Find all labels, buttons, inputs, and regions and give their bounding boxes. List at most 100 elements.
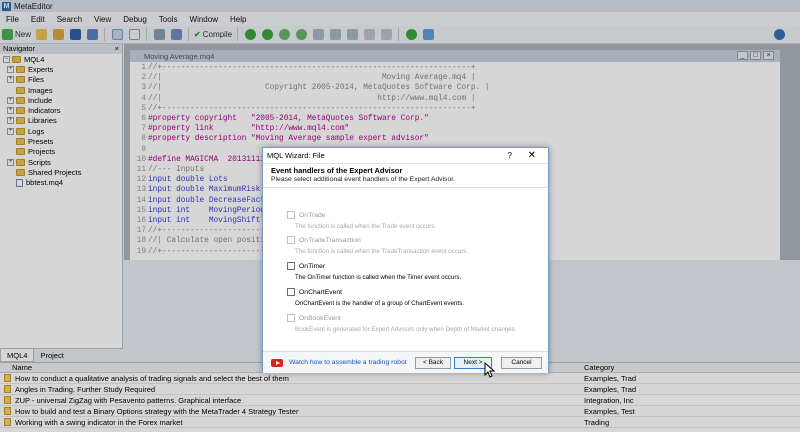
tree-item[interactable]: + Experts bbox=[0, 64, 122, 74]
remove-breakpoints-button[interactable] bbox=[379, 28, 393, 42]
line-number: 19 bbox=[136, 247, 146, 256]
code-line: input int MovingPeriod bbox=[148, 206, 265, 215]
insert-icon bbox=[153, 29, 165, 40]
expand-icon[interactable]: + bbox=[7, 65, 14, 73]
tree-item-label: Images bbox=[28, 85, 53, 95]
insert-button[interactable] bbox=[152, 28, 166, 42]
open-data-button[interactable] bbox=[51, 28, 65, 42]
checkbox[interactable] bbox=[287, 288, 295, 296]
tree-item[interactable]: Projects bbox=[0, 147, 122, 157]
tab-project[interactable]: Project bbox=[34, 349, 69, 362]
tree-item-label: Logs bbox=[28, 126, 45, 136]
tree-item[interactable]: Shared Projects bbox=[0, 167, 122, 177]
globe-icon bbox=[773, 29, 785, 40]
option-ontimer[interactable]: OnTimer bbox=[287, 262, 325, 270]
menu-debug[interactable]: Debug bbox=[117, 15, 153, 24]
option-onchartevent[interactable]: OnChartEvent bbox=[287, 288, 342, 296]
tree-item[interactable]: + Logs bbox=[0, 126, 122, 136]
table-row[interactable]: How to build and test a Binary Options s… bbox=[0, 406, 800, 417]
code-line: //| Moving Average.mq4 | bbox=[148, 74, 476, 83]
close-icon[interactable]: ✕ bbox=[528, 150, 536, 161]
navigator-toggle-button[interactable] bbox=[110, 28, 124, 42]
checkbox bbox=[287, 314, 295, 322]
open-button[interactable] bbox=[34, 28, 48, 42]
table-row[interactable]: How to conduct a qualitative analysis of… bbox=[0, 373, 800, 384]
table-row[interactable]: ZUP - universal ZigZag with Pesavento pa… bbox=[0, 395, 800, 406]
youtube-icon[interactable] bbox=[271, 359, 283, 367]
format-button[interactable] bbox=[169, 28, 183, 42]
new-button[interactable]: New bbox=[2, 28, 31, 42]
expand-icon[interactable]: + bbox=[7, 127, 14, 135]
tree-root[interactable]: − MQL4 bbox=[0, 54, 122, 64]
folder-icon bbox=[12, 55, 21, 63]
expand-icon[interactable]: + bbox=[7, 117, 14, 125]
navigator-close-icon[interactable]: × bbox=[115, 44, 119, 54]
line-number: 10 bbox=[136, 155, 146, 164]
option-description: The function is called when the Trade ev… bbox=[295, 223, 437, 230]
start-debug-button[interactable] bbox=[243, 28, 257, 42]
option-description: The OnTimer function is called when the … bbox=[295, 274, 462, 281]
toolbar: New ✔ Compile bbox=[0, 26, 800, 44]
tree-item[interactable]: + Indicators bbox=[0, 105, 122, 115]
start-history-button[interactable] bbox=[260, 28, 274, 42]
maximize-button[interactable]: □ bbox=[750, 51, 761, 60]
breakpoint-button[interactable] bbox=[362, 28, 376, 42]
minimize-button[interactable]: _ bbox=[737, 51, 748, 60]
menu-tools[interactable]: Tools bbox=[153, 15, 184, 24]
table-row[interactable]: Working with a swing indicator in the Fo… bbox=[0, 417, 800, 428]
back-button[interactable]: < Back bbox=[415, 357, 451, 369]
tree-root-label: MQL4 bbox=[24, 54, 45, 64]
profile-button[interactable] bbox=[404, 28, 418, 42]
checkbox[interactable] bbox=[287, 262, 295, 270]
dialog-title: MQL Wizard: File bbox=[267, 151, 325, 160]
toolbox-toggle-button[interactable] bbox=[127, 28, 141, 42]
option-label: OnBookEvent bbox=[299, 314, 341, 322]
option-description: The function is called when the TradeTra… bbox=[295, 248, 469, 255]
tree-item-label: Presets bbox=[28, 137, 54, 147]
step-out-button[interactable] bbox=[345, 28, 359, 42]
video-link[interactable]: Watch how to assemble a trading robot bbox=[289, 359, 407, 366]
help-icon[interactable]: ? bbox=[508, 151, 512, 160]
collapse-icon[interactable]: − bbox=[3, 55, 10, 63]
cancel-button[interactable]: Cancel bbox=[501, 357, 542, 369]
checkbox bbox=[287, 236, 295, 244]
expand-icon[interactable]: + bbox=[7, 158, 14, 166]
compile-button[interactable]: ✔ Compile bbox=[194, 28, 232, 42]
stop-button[interactable] bbox=[294, 28, 308, 42]
step-out-icon bbox=[346, 29, 358, 40]
new-button-label: New bbox=[15, 30, 32, 39]
tree-item[interactable]: bbtest.mq4 bbox=[0, 178, 122, 188]
search-icon-button[interactable] bbox=[772, 28, 786, 42]
menu-file[interactable]: File bbox=[0, 15, 25, 24]
save-icon bbox=[69, 29, 81, 40]
step-into-button[interactable] bbox=[311, 28, 325, 42]
expand-icon[interactable]: + bbox=[7, 107, 14, 115]
save-button[interactable] bbox=[68, 28, 82, 42]
window-title: MetaEditor bbox=[14, 1, 53, 11]
menu-help[interactable]: Help bbox=[224, 15, 252, 24]
column-category[interactable]: Category bbox=[580, 363, 614, 372]
save-all-button[interactable] bbox=[85, 28, 99, 42]
document-title: Moving Average.mq4 bbox=[144, 51, 215, 61]
tree-item[interactable]: + Include bbox=[0, 95, 122, 105]
menu-view[interactable]: View bbox=[88, 15, 117, 24]
menu-edit[interactable]: Edit bbox=[25, 15, 51, 24]
table-row[interactable]: Angles in Trading. Further Study Require… bbox=[0, 384, 800, 395]
expand-icon[interactable]: + bbox=[7, 96, 14, 104]
article-category: Trading bbox=[584, 417, 610, 427]
menu-window[interactable]: Window bbox=[184, 15, 224, 24]
tab-mql4[interactable]: MQL4 bbox=[0, 349, 35, 362]
code-line: //| Copyright 2005-2014, MetaQuotes Soft… bbox=[148, 84, 490, 93]
tree-item[interactable]: + Scripts bbox=[0, 157, 122, 167]
pause-button[interactable] bbox=[277, 28, 291, 42]
menu-search[interactable]: Search bbox=[51, 15, 88, 24]
close-button[interactable]: × bbox=[763, 51, 774, 60]
tree-item[interactable]: + Libraries bbox=[0, 116, 122, 126]
community-button[interactable] bbox=[421, 28, 435, 42]
expand-icon[interactable]: + bbox=[7, 76, 14, 84]
article-category: Examples, Test bbox=[584, 406, 635, 416]
tree-item[interactable]: Images bbox=[0, 85, 122, 95]
tree-item[interactable]: Presets bbox=[0, 136, 122, 146]
tree-item[interactable]: + Files bbox=[0, 75, 122, 85]
step-over-button[interactable] bbox=[328, 28, 342, 42]
